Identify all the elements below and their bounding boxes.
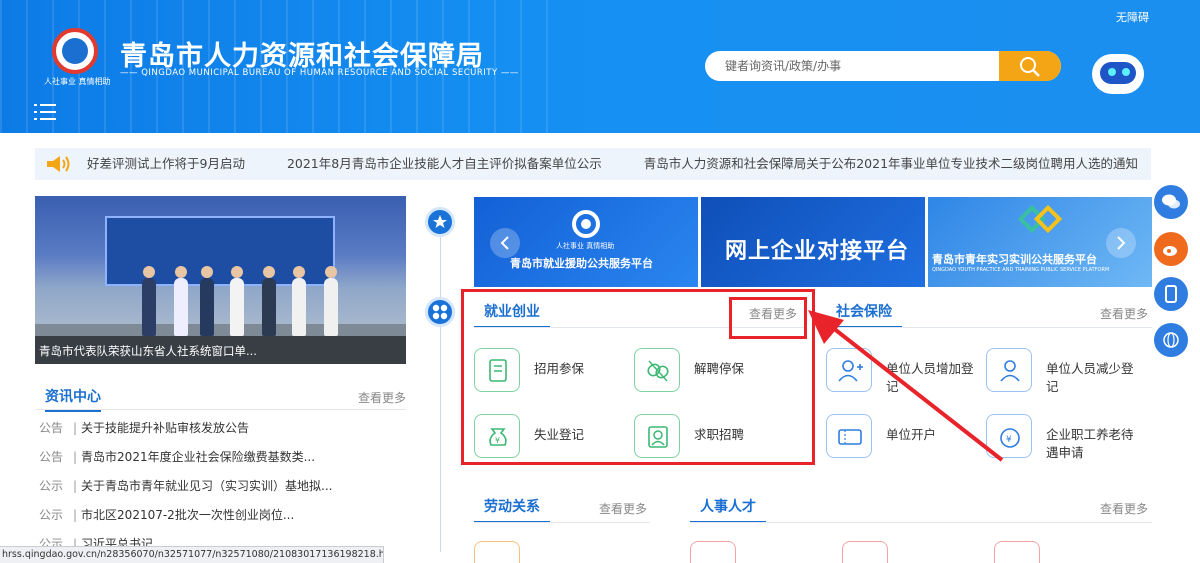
banner-prev-button[interactable] bbox=[490, 228, 520, 258]
news-title[interactable]: 资讯中心 bbox=[45, 386, 101, 412]
star-badge-icon bbox=[425, 207, 455, 237]
timeline-line bbox=[440, 222, 441, 552]
banner-next-button[interactable] bbox=[1106, 228, 1136, 258]
search-icon bbox=[1020, 57, 1040, 77]
news-item[interactable]: 公告 | 青岛市2021年度企业社会保险缴费基数类... bbox=[35, 443, 406, 472]
weibo-icon bbox=[1163, 246, 1177, 256]
annotation-arrow bbox=[808, 310, 1004, 462]
slide-caption[interactable]: 青岛市代表队荣获山东省人社系统窗口单... bbox=[39, 343, 257, 359]
photo-slider[interactable]: 青岛市代表队荣获山东省人社系统窗口单... bbox=[35, 196, 406, 364]
site-header: 人社事业 真情相助 青岛市人力资源和社会保障局 —— QINGDAO MUNIC… bbox=[0, 0, 1200, 133]
mobile-app-button[interactable] bbox=[1154, 277, 1188, 311]
accessibility-link[interactable]: 无障碍 bbox=[1116, 9, 1149, 25]
speaker-icon bbox=[47, 156, 70, 172]
news-list: 公告 | 关于技能提升补贴审核发放公告 公告 | 青岛市2021年度企业社会保险缴费基数… bbox=[35, 414, 406, 559]
search-button[interactable] bbox=[999, 51, 1061, 81]
labor-more-link[interactable]: 查看更多 bbox=[599, 500, 647, 517]
robot-assistant-icon[interactable] bbox=[1088, 48, 1148, 104]
chevron-left-icon bbox=[500, 236, 509, 250]
service-hotline-button[interactable] bbox=[1154, 323, 1188, 357]
browser-status-url: hrss.qingdao.gov.cn/n28356070/n32571077/… bbox=[0, 546, 384, 563]
weibo-button[interactable] bbox=[1154, 232, 1188, 266]
talent-more-link[interactable]: 查看更多 bbox=[1100, 500, 1148, 517]
notice-item[interactable]: 2021年8月青岛市企业技能人才自主评价拟备案单位公示 bbox=[287, 156, 602, 171]
site-logo[interactable]: 人社事业 真情相助 bbox=[44, 24, 111, 88]
talent-service-icon[interactable] bbox=[994, 541, 1040, 563]
logo-slogan: 人社事业 真情相助 bbox=[44, 77, 111, 86]
mobile-icon bbox=[1165, 285, 1177, 303]
tab-labor-relations[interactable]: 劳动关系 bbox=[474, 496, 550, 523]
notice-item[interactable]: 好差评测试上作将于9月启动 bbox=[87, 156, 245, 171]
news-item[interactable]: 公示 | 市北区202107-2批次一次性创业岗位... bbox=[35, 501, 406, 530]
news-more-link[interactable]: 查看更多 bbox=[358, 389, 406, 406]
talent-service-icon[interactable] bbox=[842, 541, 888, 563]
search-box bbox=[705, 51, 1061, 81]
news-item[interactable]: 公示 | 关于青岛市青年就业见习（实习实训）基地拟... bbox=[35, 472, 406, 501]
globe-icon bbox=[1163, 332, 1179, 348]
site-subtitle: —— QINGDAO MUNICIPAL BUREAU OF HUMAN RES… bbox=[120, 68, 519, 78]
social-insurance-more-link[interactable]: 查看更多 bbox=[1100, 305, 1148, 322]
platform-logo-icon bbox=[572, 210, 600, 238]
talent-panel-header: 人事人才 查看更多 bbox=[690, 494, 1152, 523]
labor-service-icon[interactable] bbox=[474, 541, 520, 563]
notice-item[interactable]: 青岛市人力资源和社会保障局关于公布2021年事业单位专业技术二级岗位聘用人选的通… bbox=[644, 156, 1138, 171]
menu-icon[interactable] bbox=[34, 103, 56, 121]
notice-ticker: 好差评测试上作将于9月启动 2021年8月青岛市企业技能人才自主评价拟备案单位公… bbox=[35, 148, 1151, 180]
labor-panel-header: 劳动关系 查看更多 bbox=[474, 494, 650, 523]
search-input[interactable] bbox=[705, 51, 999, 81]
wechat-button[interactable] bbox=[1154, 185, 1188, 219]
chevron-right-icon bbox=[1117, 236, 1126, 250]
news-header: 资讯中心 查看更多 bbox=[35, 384, 406, 412]
news-item[interactable]: 公告 | 关于技能提升补贴审核发放公告 bbox=[35, 414, 406, 443]
banner-enterprise-platform[interactable]: 网上企业对接平台 bbox=[701, 197, 925, 287]
youth-platform-logo-icon bbox=[1018, 205, 1062, 234]
highlight-more-box bbox=[729, 297, 807, 339]
wechat-icon bbox=[1162, 194, 1180, 209]
talent-service-icon[interactable] bbox=[690, 541, 736, 563]
tab-talent[interactable]: 人事人才 bbox=[690, 496, 766, 523]
grid-apps-icon bbox=[425, 297, 455, 327]
